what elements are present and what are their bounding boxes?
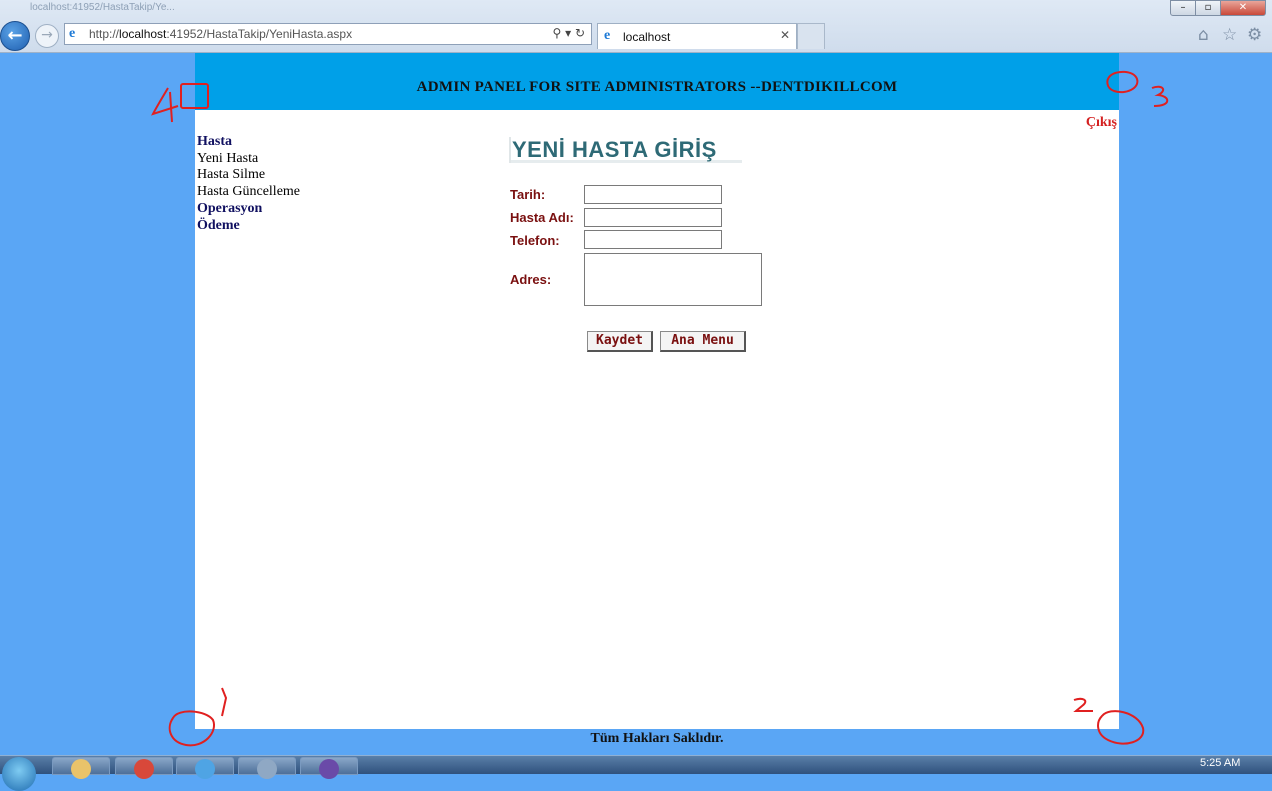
app-icon bbox=[257, 759, 277, 779]
annotation-mark-1 bbox=[221, 687, 228, 717]
taskbar-ie-button[interactable] bbox=[176, 757, 234, 779]
ie-icon bbox=[195, 759, 215, 779]
taskbar-explorer-button[interactable] bbox=[52, 757, 110, 779]
folder-icon bbox=[71, 759, 91, 779]
annotation-mark-4 bbox=[151, 87, 179, 123]
annotation-circle-2 bbox=[1097, 710, 1145, 745]
annotation-circle-1 bbox=[168, 710, 216, 747]
taskbar-chrome-button[interactable] bbox=[115, 757, 173, 779]
annotation-box-4 bbox=[180, 83, 209, 109]
taskbar: 5:25 AM bbox=[0, 755, 1272, 791]
visual-studio-icon bbox=[319, 759, 339, 779]
annotation-layer bbox=[151, 70, 1169, 747]
annotation-mark-2 bbox=[1073, 697, 1093, 712]
clock-time[interactable]: 5:25 AM bbox=[1200, 757, 1240, 769]
annotation-mark-3 bbox=[1151, 85, 1169, 107]
taskbar-app-button[interactable] bbox=[238, 757, 296, 779]
taskbar-vs-button[interactable] bbox=[300, 757, 358, 779]
annotation-circle-3 bbox=[1106, 70, 1139, 94]
chrome-icon bbox=[134, 759, 154, 779]
start-button[interactable] bbox=[2, 757, 36, 791]
